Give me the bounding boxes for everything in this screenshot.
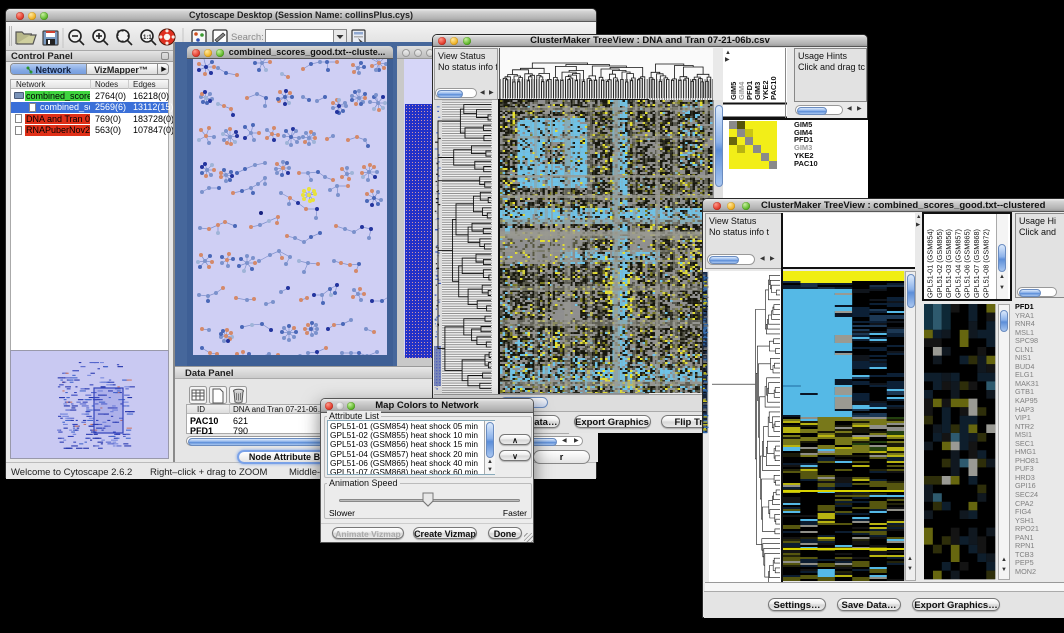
svg-text:GPL51-02 (GSM855): GPL51-02 (GSM855): [935, 229, 944, 298]
svg-text:GPL51-04 (GSM857): GPL51-04 (GSM857): [953, 229, 962, 298]
svg-text:PAC10: PAC10: [769, 76, 778, 100]
svg-text:GPL51-07 (GSM868): GPL51-07 (GSM868): [972, 229, 981, 298]
svg-text:GPL51-06 (GSM865): GPL51-06 (GSM865): [963, 229, 972, 298]
svg-text:GPL51-08 (GSM872): GPL51-08 (GSM872): [981, 229, 990, 298]
svg-text:GPL51-03 (GSM856): GPL51-03 (GSM856): [944, 229, 953, 298]
svg-text:GPL51-01 (GSM854): GPL51-01 (GSM854): [926, 229, 935, 298]
svg-text:1:1: 1:1: [143, 35, 152, 41]
